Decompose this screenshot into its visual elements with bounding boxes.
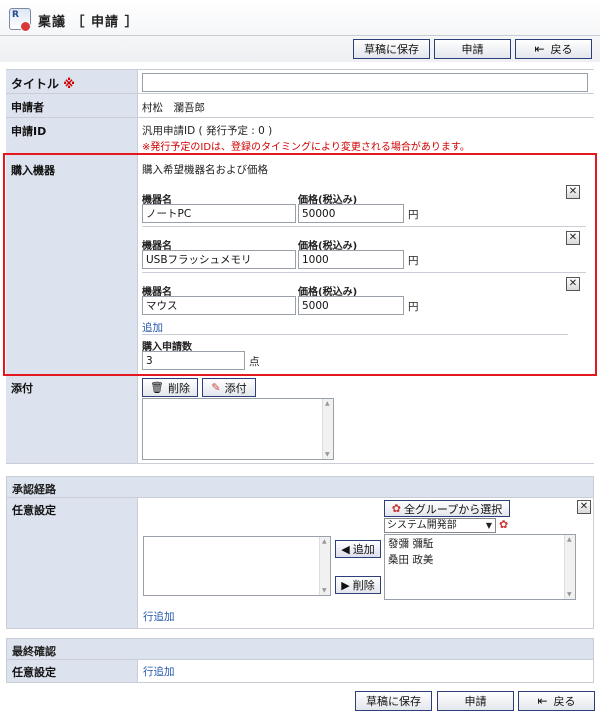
group-member-list[interactable]: 發彌 彌駈 桑田 政美 (384, 534, 576, 600)
attach-label: 添付 (11, 382, 33, 395)
id-value: 汎用申請ID ( 発行予定 : 0 ) (142, 125, 273, 137)
group-select[interactable]: システム開発部 ▼ (384, 518, 496, 533)
member-item[interactable]: 桑田 政美 (385, 552, 575, 567)
member-scrollbar[interactable] (564, 535, 575, 599)
footer-apply-button[interactable]: 申請 (437, 691, 514, 711)
approval-row: 任意設定 ◀追加 ▶削除 ✿全グループから選択 システム開発部▼ ✿ 發彌 彌駈… (6, 498, 594, 629)
final-section-header: 最終確認 (6, 638, 594, 660)
seal-icon (20, 21, 31, 32)
back-arrow-icon: ⇤ (534, 42, 545, 56)
approval-section-title: 承認経路 (12, 483, 56, 496)
id-label: 申請ID (11, 125, 47, 138)
remove-approver-button[interactable]: ▶ 削除 (335, 576, 381, 594)
attach-label-cell: 添付 (6, 376, 138, 463)
apply-button[interactable]: 申請 (434, 39, 511, 59)
right-arrow-icon: ▶ (341, 578, 350, 592)
final-add-row-link[interactable]: 行追加 (143, 664, 175, 679)
final-optional-label: 任意設定 (12, 666, 56, 679)
title-label-text: タイトル (11, 77, 60, 91)
back-button-label: 戻る (550, 43, 573, 56)
applicant-value: 村松 瀾吾郎 (142, 102, 205, 114)
paperclip-icon: ✎ (211, 381, 221, 394)
attachment-row: 添付 🗑 削除 ✎ 添付 (6, 376, 594, 464)
footer-back-label: 戻る (553, 695, 576, 708)
draft-save-button[interactable]: 草稿に保存 (353, 39, 430, 59)
final-section-title: 最終確認 (12, 645, 56, 658)
add-approver-label: 追加 (352, 543, 375, 556)
applicant-row: 申請者 村松 瀾吾郎 (6, 94, 594, 118)
required-mark: ※ (63, 77, 75, 91)
footer-back-button[interactable]: ⇤ 戻る (518, 691, 595, 711)
title-row: タイトル ※ (6, 70, 594, 94)
group-select-value: システム開発部 (387, 520, 457, 531)
select-all-groups-label: 全グループから選択 (403, 502, 503, 516)
attachment-list[interactable] (142, 398, 334, 460)
member-item[interactable]: 發彌 彌駈 (385, 535, 575, 552)
final-row: 任意設定 行追加 (6, 660, 594, 683)
approval-label-cell: 任意設定 (7, 498, 138, 628)
trash-icon: 🗑 (150, 381, 164, 394)
left-arrow-icon: ◀ (341, 542, 350, 556)
attachment-scrollbar[interactable] (322, 399, 333, 459)
group-refresh-icon[interactable]: ✿ (499, 518, 508, 531)
approval-add-row-link[interactable]: 行追加 (143, 609, 175, 624)
id-note: ※発行予定のIDは、登録のタイミングにより変更される場合があります。 (142, 142, 470, 153)
attach-delete-button[interactable]: 🗑 削除 (142, 378, 198, 397)
page-title: 稟議 ［ 申請 ］ (38, 15, 139, 30)
application-id-row: 申請ID 汎用申請ID ( 発行予定 : 0 ) ※発行予定のIDは、登録のタイ… (6, 118, 594, 154)
final-label-cell: 任意設定 (7, 660, 138, 682)
add-approver-button[interactable]: ◀ 追加 (335, 540, 381, 558)
app-icon-letter: R (12, 10, 19, 20)
remove-approver-label: 削除 (352, 579, 375, 592)
footer-draft-save-button[interactable]: 草稿に保存 (355, 691, 432, 711)
title-label-cell: タイトル ※ (6, 70, 138, 93)
approval-optional-label: 任意設定 (12, 504, 56, 517)
group-icon: ✿ (391, 502, 401, 515)
approver-scrollbar[interactable] (319, 537, 330, 595)
attach-file-button[interactable]: ✎ 添付 (202, 378, 256, 397)
footer-back-arrow-icon: ⇤ (537, 694, 548, 708)
highlight-frame (3, 153, 597, 376)
delete-label: 削除 (167, 381, 190, 395)
id-label-cell: 申請ID (6, 118, 138, 153)
chevron-down-icon: ▼ (485, 521, 492, 530)
approval-section-header: 承認経路 (6, 476, 594, 498)
select-all-groups-button[interactable]: ✿ 全グループから選択 (384, 500, 510, 517)
title-label: タイトル ※ (11, 75, 75, 92)
applicant-label: 申請者 (11, 101, 44, 114)
title-input[interactable] (142, 73, 588, 92)
applicant-label-cell: 申請者 (6, 94, 138, 117)
approver-list[interactable] (143, 536, 331, 596)
attach-label-btn: 添付 (224, 381, 247, 395)
approval-close-icon[interactable]: ✕ (577, 500, 591, 514)
back-button[interactable]: ⇤ 戻る (515, 39, 592, 59)
